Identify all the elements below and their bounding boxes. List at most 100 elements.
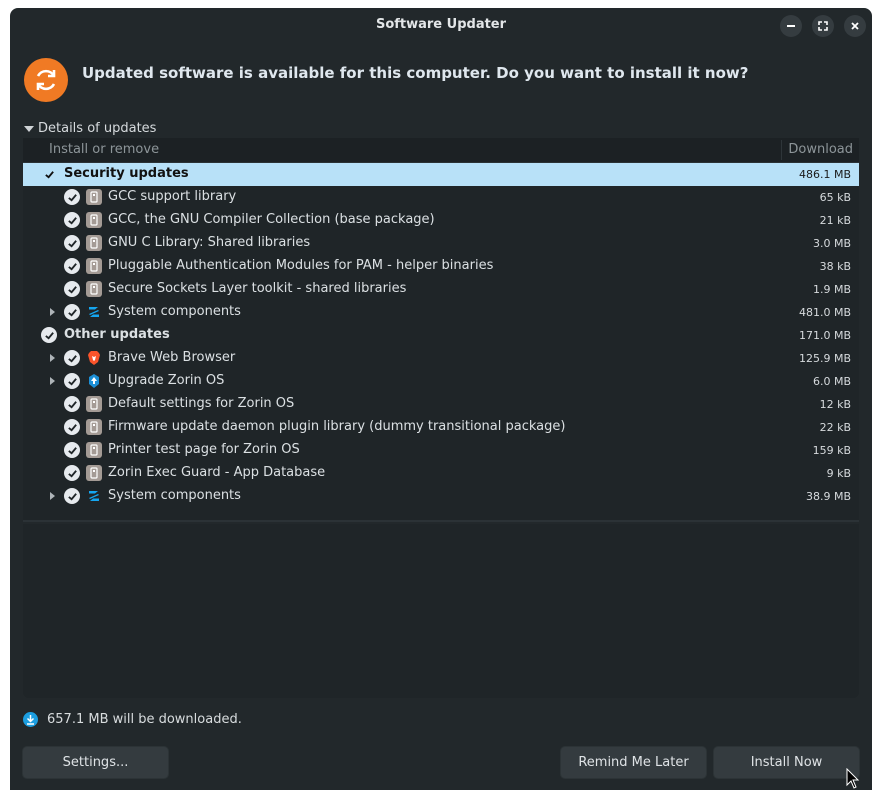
update-size: 3.0 MB bbox=[812, 237, 851, 250]
update-size: 38.9 MB bbox=[805, 490, 851, 503]
update-label: Upgrade Zorin OS bbox=[108, 373, 225, 388]
update-label: Brave Web Browser bbox=[108, 350, 236, 365]
package-icon bbox=[86, 442, 102, 458]
package-icon bbox=[86, 235, 102, 251]
updates-tree[interactable]: Install or remove Download Security upda… bbox=[23, 138, 859, 520]
update-size: 1.9 MB bbox=[812, 283, 851, 296]
update-row[interactable]: Secure Sockets Layer toolkit - shared li… bbox=[23, 278, 859, 301]
package-icon bbox=[86, 258, 102, 274]
update-row[interactable]: GNU C Library: Shared libraries 3.0 MB bbox=[23, 232, 859, 255]
column-separator bbox=[781, 140, 782, 160]
update-label: System components bbox=[108, 488, 241, 503]
update-label: System components bbox=[108, 304, 241, 319]
update-label: GCC support library bbox=[108, 189, 237, 204]
package-icon bbox=[86, 212, 102, 228]
update-size: 159 kB bbox=[812, 444, 851, 457]
group-label: Security updates bbox=[64, 166, 189, 181]
update-size: 65 kB bbox=[819, 191, 851, 204]
update-label: Zorin Exec Guard - App Database bbox=[108, 465, 326, 480]
update-row[interactable]: Printer test page for Zorin OS 159 kB bbox=[23, 439, 859, 462]
minimize-icon bbox=[787, 25, 795, 27]
update-size: 481.0 MB bbox=[798, 306, 851, 319]
update-checkbox[interactable] bbox=[64, 396, 80, 412]
update-row[interactable]: Brave Web Browser 125.9 MB bbox=[23, 347, 859, 370]
update-checkbox[interactable] bbox=[64, 488, 80, 504]
update-size: 21 kB bbox=[819, 214, 851, 227]
zorin-icon bbox=[89, 307, 99, 317]
expand-arrow-icon[interactable] bbox=[50, 308, 55, 316]
update-checkbox[interactable] bbox=[64, 465, 80, 481]
group-size: 486.1 MB bbox=[798, 168, 851, 181]
update-size: 9 kB bbox=[826, 467, 851, 480]
update-label: GCC, the GNU Compiler Collection (base p… bbox=[108, 212, 435, 227]
details-label: Details of updates bbox=[38, 121, 157, 136]
update-checkbox[interactable] bbox=[64, 442, 80, 458]
details-expander[interactable]: Details of updates bbox=[24, 121, 156, 136]
group-row[interactable]: Other updates 171.0 MB bbox=[23, 324, 859, 347]
update-checkbox[interactable] bbox=[64, 258, 80, 274]
close-button[interactable] bbox=[844, 15, 866, 37]
update-checkbox[interactable] bbox=[64, 304, 80, 320]
expander-down-icon bbox=[24, 125, 34, 132]
update-size: 22 kB bbox=[819, 421, 851, 434]
titlebar[interactable]: Software Updater bbox=[10, 8, 872, 44]
package-icon bbox=[86, 465, 102, 481]
update-row[interactable]: Zorin Exec Guard - App Database 9 kB bbox=[23, 462, 859, 485]
update-row[interactable]: System components 481.0 MB bbox=[23, 301, 859, 324]
update-checkbox[interactable] bbox=[64, 373, 80, 389]
update-label: Default settings for Zorin OS bbox=[108, 396, 295, 411]
update-size: 6.0 MB bbox=[812, 375, 851, 388]
zorin-icon bbox=[89, 491, 99, 501]
group-checkbox[interactable] bbox=[41, 327, 57, 343]
update-size: 125.9 MB bbox=[798, 352, 851, 365]
update-row[interactable]: GCC support library 65 kB bbox=[23, 186, 859, 209]
expand-arrow-icon[interactable] bbox=[50, 354, 55, 362]
install-now-button[interactable]: Install Now bbox=[713, 746, 860, 779]
update-row[interactable]: Pluggable Authentication Modules for PAM… bbox=[23, 255, 859, 278]
package-icon bbox=[86, 281, 102, 297]
update-checkbox[interactable] bbox=[64, 350, 80, 366]
group-label: Other updates bbox=[64, 327, 170, 342]
expand-arrow-icon[interactable] bbox=[50, 377, 55, 385]
update-checkbox[interactable] bbox=[64, 419, 80, 435]
close-icon bbox=[851, 22, 859, 30]
update-checkbox[interactable] bbox=[64, 212, 80, 228]
group-size: 171.0 MB bbox=[798, 329, 851, 342]
description-pane bbox=[23, 524, 859, 698]
column-download[interactable]: Download bbox=[788, 142, 853, 157]
download-info-text: 657.1 MB will be downloaded. bbox=[47, 712, 242, 727]
brave-icon bbox=[88, 351, 100, 365]
update-size: 12 kB bbox=[819, 398, 851, 411]
update-row[interactable]: System components 38.9 MB bbox=[23, 485, 859, 508]
pane-divider[interactable] bbox=[23, 520, 859, 522]
update-row[interactable]: GCC, the GNU Compiler Collection (base p… bbox=[23, 209, 859, 232]
group-checkbox[interactable] bbox=[41, 166, 57, 182]
window-title: Software Updater bbox=[375, 17, 507, 32]
update-label: Firmware update daemon plugin library (d… bbox=[108, 419, 566, 434]
update-checkbox[interactable] bbox=[64, 281, 80, 297]
package-icon bbox=[86, 419, 102, 435]
maximize-icon bbox=[818, 21, 828, 31]
remind-me-later-button[interactable]: Remind Me Later bbox=[560, 746, 707, 779]
update-size: 38 kB bbox=[819, 260, 851, 273]
minimize-button[interactable] bbox=[780, 15, 802, 37]
column-install[interactable]: Install or remove bbox=[49, 142, 159, 157]
update-label: Pluggable Authentication Modules for PAM… bbox=[108, 258, 494, 273]
settings-button[interactable]: Settings... bbox=[22, 746, 169, 779]
package-icon bbox=[86, 189, 102, 205]
maximize-button[interactable] bbox=[812, 15, 834, 37]
expand-arrow-icon[interactable] bbox=[50, 492, 55, 500]
download-info: 657.1 MB will be downloaded. bbox=[23, 712, 242, 727]
group-row[interactable]: Security updates 486.1 MB bbox=[23, 163, 859, 186]
update-row[interactable]: Firmware update daemon plugin library (d… bbox=[23, 416, 859, 439]
update-label: Printer test page for Zorin OS bbox=[108, 442, 300, 457]
software-updater-window: Software Updater Updated software is ava… bbox=[10, 8, 872, 790]
update-checkbox[interactable] bbox=[64, 189, 80, 205]
update-row[interactable]: Default settings for Zorin OS 12 kB bbox=[23, 393, 859, 416]
download-icon bbox=[23, 712, 38, 727]
software-update-icon bbox=[24, 58, 68, 102]
update-label: Secure Sockets Layer toolkit - shared li… bbox=[108, 281, 407, 296]
update-row[interactable]: Upgrade Zorin OS 6.0 MB bbox=[23, 370, 859, 393]
update-label: GNU C Library: Shared libraries bbox=[108, 235, 311, 250]
update-checkbox[interactable] bbox=[64, 235, 80, 251]
